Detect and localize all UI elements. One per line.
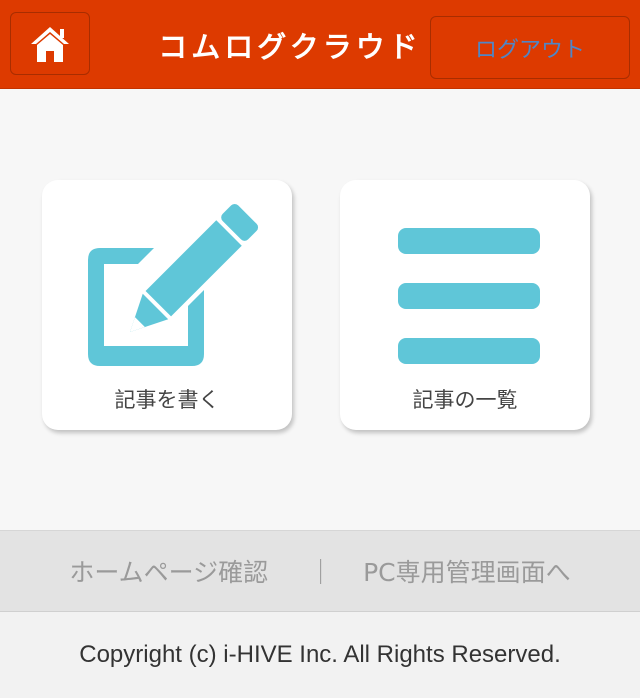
logout-button[interactable]: ログアウト (430, 16, 630, 79)
app-header: コムログクラウド ログアウト (0, 0, 640, 89)
write-article-label: 記事を書く (114, 388, 220, 412)
link-separator: ｜ (308, 558, 334, 587)
copyright-text: Copyright (c) i-HIVE Inc. All Rights Res… (79, 641, 561, 668)
footer: Copyright (c) i-HIVE Inc. All Rights Res… (0, 612, 640, 698)
write-article-card[interactable]: 記事を書く (42, 180, 292, 430)
home-button[interactable] (10, 12, 90, 75)
list-icon (398, 228, 540, 364)
home-icon (31, 26, 69, 62)
main-menu: 記事を書く 記事の一覧 (0, 90, 640, 530)
article-list-label: 記事の一覧 (412, 388, 518, 412)
pc-admin-link[interactable]: PC専用管理画面へ (363, 553, 571, 589)
edit-icon (88, 203, 259, 366)
article-list-card[interactable]: 記事の一覧 (340, 180, 590, 430)
links-bar: ホームページ確認 ｜ PC専用管理画面へ (0, 530, 640, 612)
homepage-link[interactable]: ホームページ確認 (69, 553, 268, 589)
app-title: コムログクラウド (158, 30, 422, 64)
